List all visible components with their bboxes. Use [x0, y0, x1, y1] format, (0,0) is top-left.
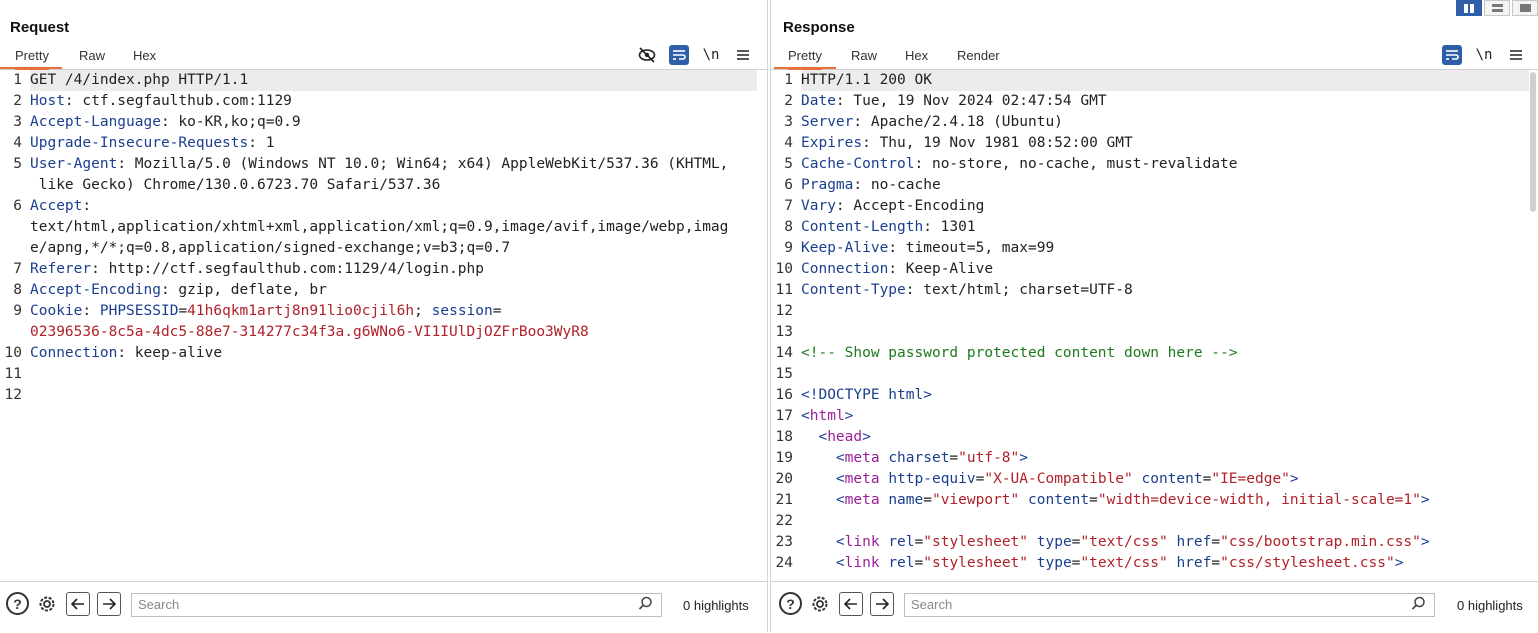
- menu-icon[interactable]: [1506, 45, 1526, 65]
- search-input[interactable]: Search: [131, 593, 662, 617]
- code-line: 19 <meta charset="utf-8">: [775, 450, 1028, 466]
- search-placeholder: Search: [138, 597, 180, 612]
- tab-hex[interactable]: Hex: [905, 48, 928, 68]
- code-line: 5 User-Agent: Mozilla/5.0 (Windows NT 10.…: [13, 156, 729, 172]
- code-line: 7 Referer: http://ctf.segfaulthub.com:112…: [13, 261, 484, 277]
- search-input[interactable]: Search: [904, 593, 1435, 617]
- response-scrollbar[interactable]: [1530, 72, 1536, 212]
- response-search-bar: ? Search 0 highlights: [771, 581, 1538, 633]
- help-icon[interactable]: ?: [6, 592, 29, 615]
- request-editor[interactable]: 1 GET /4/index.php HTTP/1.1 2 Host: ctf.se…: [0, 70, 767, 579]
- help-icon[interactable]: ?: [779, 592, 802, 615]
- response-toolbar: \n: [1442, 44, 1526, 66]
- settings-gear-icon[interactable]: [808, 592, 832, 616]
- response-tabs: Pretty Raw Hex Render: [771, 44, 1538, 70]
- code-line: 6 Pragma: no-cache: [784, 177, 941, 193]
- code-line: 7 Vary: Accept-Encoding: [784, 198, 985, 214]
- code-line: 3 Accept-Language: ko-KR,ko;q=0.9: [13, 114, 301, 130]
- wrap-icon[interactable]: [1442, 45, 1462, 65]
- request-pane: Request Pretty Raw Hex \n 1 GET /4/index.…: [0, 0, 768, 632]
- code-line: 5 Cache-Control: no-store, no-cache, must…: [784, 156, 1238, 172]
- wrap-icon[interactable]: [669, 45, 689, 65]
- request-toolbar: \n: [637, 44, 753, 66]
- code-line: 4 Expires: Thu, 19 Nov 1981 08:52:00 GMT: [784, 135, 1133, 151]
- search-icon: [638, 596, 653, 615]
- response-title: Response: [783, 19, 855, 36]
- previous-arrow-icon[interactable]: [839, 592, 863, 616]
- code-line: 10 Connection: keep-alive: [4, 345, 223, 361]
- tab-raw[interactable]: Raw: [79, 48, 105, 68]
- next-arrow-icon[interactable]: [97, 592, 121, 616]
- code-line: 20 <meta http-equiv="X-UA-Compatible" co…: [775, 471, 1299, 487]
- code-line: like Gecko) Chrome/130.0.6723.70 Safari/…: [30, 177, 441, 193]
- settings-gear-icon[interactable]: [35, 592, 59, 616]
- code-line: 6 Accept:: [13, 198, 92, 214]
- code-line: 3 Server: Apache/2.4.18 (Ubuntu): [784, 114, 1063, 130]
- code-line: 8 Content-Length: 1301: [784, 219, 976, 235]
- split-horizontal-icon[interactable]: [1456, 0, 1482, 16]
- code-line: 23 <link rel="stylesheet" type="text/css…: [775, 534, 1430, 550]
- highlights-count: 0 highlights: [1457, 598, 1523, 613]
- code-line: 14 <!-- Show password protected content d…: [775, 345, 1238, 361]
- tab-hex[interactable]: Hex: [133, 48, 156, 68]
- code-line: text/html,application/xhtml+xml,applicat…: [30, 219, 729, 235]
- request-title: Request: [10, 19, 70, 36]
- code-line: 4 Upgrade-Insecure-Requests: 1: [13, 135, 275, 151]
- code-line: 17 <html>: [775, 408, 854, 424]
- menu-icon[interactable]: [733, 45, 753, 65]
- code-line: 1 HTTP/1.1 200 OK: [771, 70, 1538, 91]
- code-line: 1 GET /4/index.php HTTP/1.1: [0, 70, 767, 91]
- next-arrow-icon[interactable]: [870, 592, 894, 616]
- newline-icon[interactable]: \n: [1474, 45, 1494, 65]
- code-line: 10 Connection: Keep-Alive: [775, 261, 994, 277]
- active-tab-indicator: [0, 67, 62, 69]
- code-line: 16 <!DOCTYPE html>: [775, 387, 932, 403]
- code-line: 9 Keep-Alive: timeout=5, max=99: [784, 240, 1055, 256]
- active-tab-indicator: [774, 67, 836, 69]
- tabbed-view-icon[interactable]: [1512, 0, 1538, 16]
- code-line: 12: [775, 303, 793, 319]
- response-pane: Response Pretty Raw Hex Render \n 1 HTTP/…: [770, 0, 1538, 632]
- response-editor[interactable]: 1 HTTP/1.1 200 OK 2 Date: Tue, 19 Nov 2024…: [771, 70, 1538, 579]
- code-line: 18 <head>: [775, 429, 871, 445]
- code-line: 22: [775, 513, 793, 529]
- split-vertical-icon[interactable]: [1484, 0, 1510, 16]
- search-icon: [1411, 596, 1426, 615]
- code-line: 24 <link rel="stylesheet" type="text/css…: [775, 555, 1404, 571]
- code-line: 9 Cookie: PHPSESSID=41h6qkm1artj8n91lio0c…: [13, 303, 502, 319]
- request-search-bar: ? Search 0 highlights: [0, 581, 767, 633]
- code-line: 12: [4, 387, 22, 403]
- code-line: 8 Accept-Encoding: gzip, deflate, br: [13, 282, 327, 298]
- previous-arrow-icon[interactable]: [66, 592, 90, 616]
- hide-eye-icon[interactable]: [637, 45, 657, 65]
- code-line: 15: [775, 366, 793, 382]
- code-line: 21 <meta name="viewport" content="width=…: [775, 492, 1430, 508]
- code-line: 2 Date: Tue, 19 Nov 2024 02:47:54 GMT: [784, 93, 1107, 109]
- code-line: e/apng,*/*;q=0.8,application/signed-exch…: [30, 240, 511, 256]
- layout-switch: [1454, 0, 1538, 16]
- tab-render[interactable]: Render: [957, 48, 1000, 68]
- code-line: 13: [775, 324, 793, 340]
- code-line: 02396536-8c5a-4dc5-88e7-314277c34f3a.g6W…: [30, 324, 589, 340]
- highlights-count: 0 highlights: [683, 598, 749, 613]
- code-line: 11: [4, 366, 22, 382]
- code-line: 11 Content-Type: text/html; charset=UTF-8: [775, 282, 1133, 298]
- tab-raw[interactable]: Raw: [851, 48, 877, 68]
- code-line: 2 Host: ctf.segfaulthub.com:1129: [13, 93, 292, 109]
- search-placeholder: Search: [911, 597, 953, 612]
- newline-icon[interactable]: \n: [701, 45, 721, 65]
